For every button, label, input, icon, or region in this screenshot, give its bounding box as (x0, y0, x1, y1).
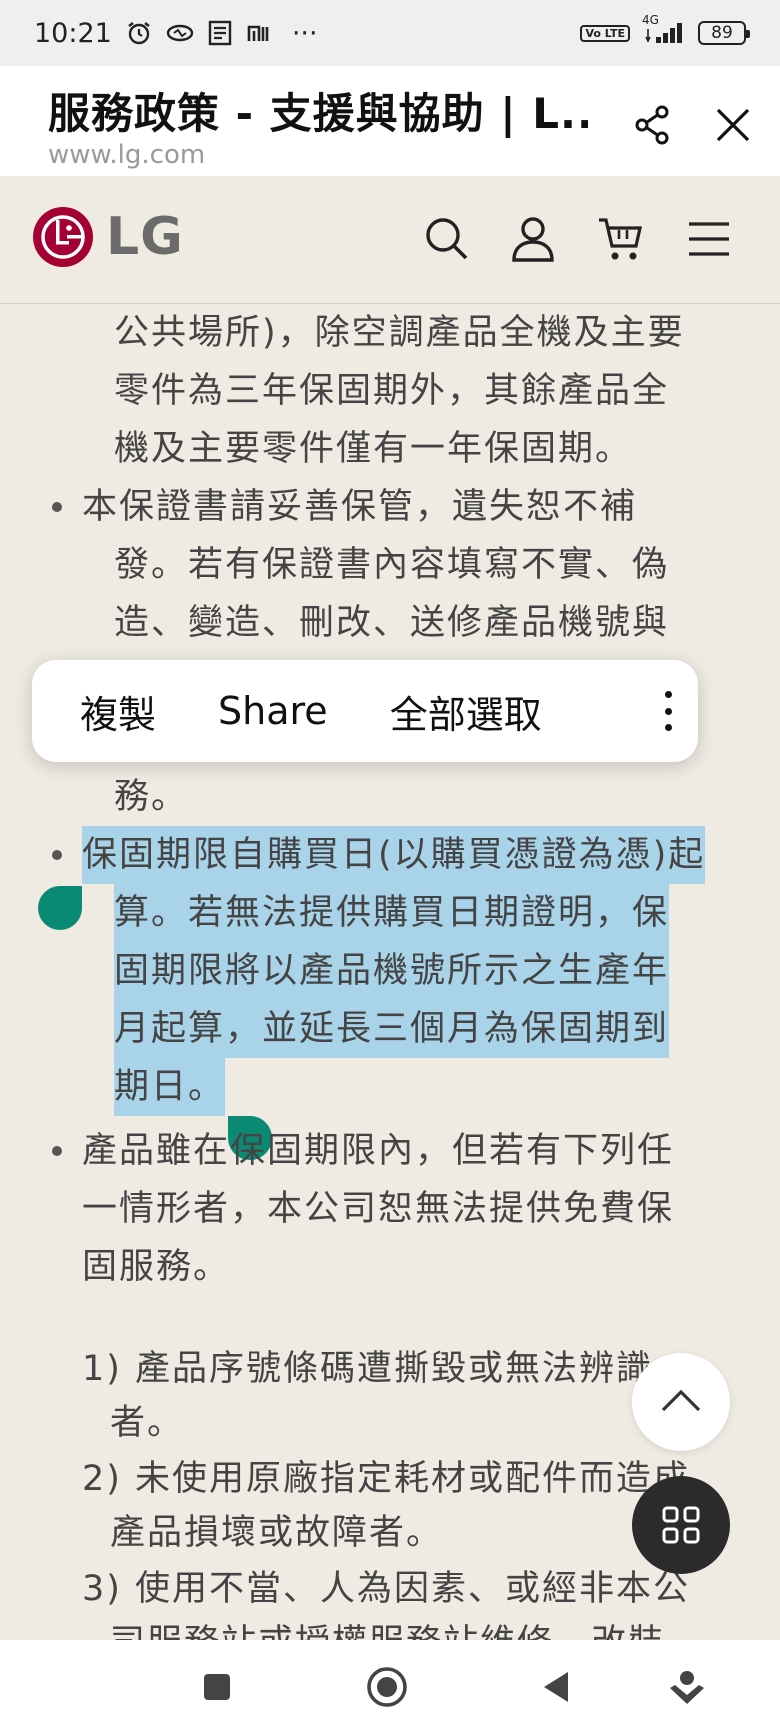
text-selection-menu: 複製 Share 全部選取 (32, 660, 698, 762)
bullet-icon (52, 502, 62, 512)
battery-icon: 89 (698, 21, 750, 45)
system-nav-bar (0, 1640, 780, 1734)
scroll-to-top-button[interactable] (632, 1353, 730, 1451)
assistant-button[interactable] (664, 1664, 710, 1710)
selection-start-handle[interactable] (38, 886, 82, 930)
search-button[interactable] (422, 214, 472, 264)
cast-icon (166, 22, 194, 44)
app-icon (208, 20, 232, 46)
home-circle-icon (367, 1667, 407, 1707)
list-item: 2) 未使用原廠指定耗材或配件而造成 (82, 1459, 691, 1499)
list-item: 1) 產品序號條碼遭撕毀或無法辨識 (82, 1349, 654, 1389)
menu-button[interactable] (684, 214, 734, 264)
lg-logo-icon (33, 207, 93, 267)
list-item: 3) 使用不當、人為因素、或經非本公 (82, 1569, 691, 1609)
text-line: 者。 (110, 1403, 185, 1443)
cart-button[interactable] (596, 214, 646, 264)
lg-logo-text: LG (106, 207, 184, 267)
assistant-icon (670, 1671, 704, 1704)
more-options-icon[interactable] (658, 691, 678, 731)
text-line: 造、變造、刪改、送修產品機號與 (114, 603, 670, 643)
square-icon (204, 1674, 230, 1700)
mi-icon (246, 23, 272, 43)
lg-logo[interactable]: LG (32, 206, 184, 268)
bullet-icon (52, 1146, 62, 1156)
share-button[interactable] (628, 100, 678, 150)
browser-toolbar: 服務政策 - 支援與協助 | L... www.lg.com (0, 66, 780, 176)
site-header: LG (0, 176, 780, 304)
text-line: 務。 (114, 777, 189, 817)
status-more: ··· (291, 17, 318, 49)
copy-button[interactable]: 複製 (80, 684, 156, 739)
close-button[interactable] (708, 100, 758, 150)
cart-icon (599, 218, 642, 260)
select-all-button[interactable]: 全部選取 (390, 684, 542, 739)
recents-button[interactable] (194, 1664, 240, 1710)
network-type: 4G (642, 13, 659, 27)
grid-icon (662, 1506, 700, 1544)
selected-text-line[interactable]: 期日。 (114, 1058, 226, 1116)
hamburger-icon (689, 222, 729, 256)
bullet-icon (52, 850, 62, 860)
text-line: 零件為三年保固期外，其餘產品全 (114, 371, 670, 411)
selected-text-line[interactable]: 算。若無法提供購買日期證明，保 (114, 884, 670, 942)
user-icon (512, 217, 554, 262)
text-line: 產品損壞或故障者。 (110, 1513, 444, 1553)
text-line: 固服務。 (82, 1247, 231, 1287)
status-time: 10:21 (34, 17, 112, 49)
chevron-up-icon (661, 1389, 701, 1412)
selected-text-line[interactable]: 固期限將以產品機號所示之生產年 (114, 942, 670, 1000)
alarm-icon (126, 20, 152, 46)
selected-text-line[interactable]: 保固期限自購買日(以購買憑證為憑)起 (82, 826, 706, 884)
text-line: 一情形者，本公司恕無法提供免費保 (82, 1189, 675, 1229)
page-title[interactable]: 服務政策 - 支援與協助 | L... (48, 80, 588, 141)
back-button[interactable] (534, 1664, 580, 1710)
text-line: 發。若有保證書內容填寫不實、偽 (114, 545, 670, 585)
status-bar: 10:21 ··· Vo LTE 4G 89 (0, 0, 780, 66)
text-line: 機及主要零件僅有一年保固期。 (114, 429, 633, 469)
volte-icon: Vo LTE (580, 24, 630, 42)
page-url[interactable]: www.lg.com (48, 140, 205, 170)
back-triangle-icon (544, 1672, 568, 1702)
share-icon (635, 105, 669, 145)
text-line: 產品雖在保固期限內，但若有下列任 (82, 1131, 675, 1171)
selected-text-line[interactable]: 月起算，並延長三個月為保固期到 (114, 1000, 670, 1058)
home-button[interactable] (364, 1664, 410, 1710)
account-button[interactable] (508, 214, 558, 264)
text-line: 本保證書請妥善保管，遺失恕不補 (82, 487, 638, 527)
signal-icon: 4G (642, 13, 686, 45)
text-line: 司服務站或授權服務站維修、改裝 (110, 1614, 665, 1640)
close-icon (716, 108, 750, 142)
share-text-button[interactable]: Share (218, 689, 328, 733)
quick-menu-button[interactable] (632, 1476, 730, 1574)
text-line: 公共場所)，除空調產品全機及主要 (114, 313, 685, 353)
battery-level: 89 (711, 23, 733, 43)
search-icon (426, 218, 468, 260)
